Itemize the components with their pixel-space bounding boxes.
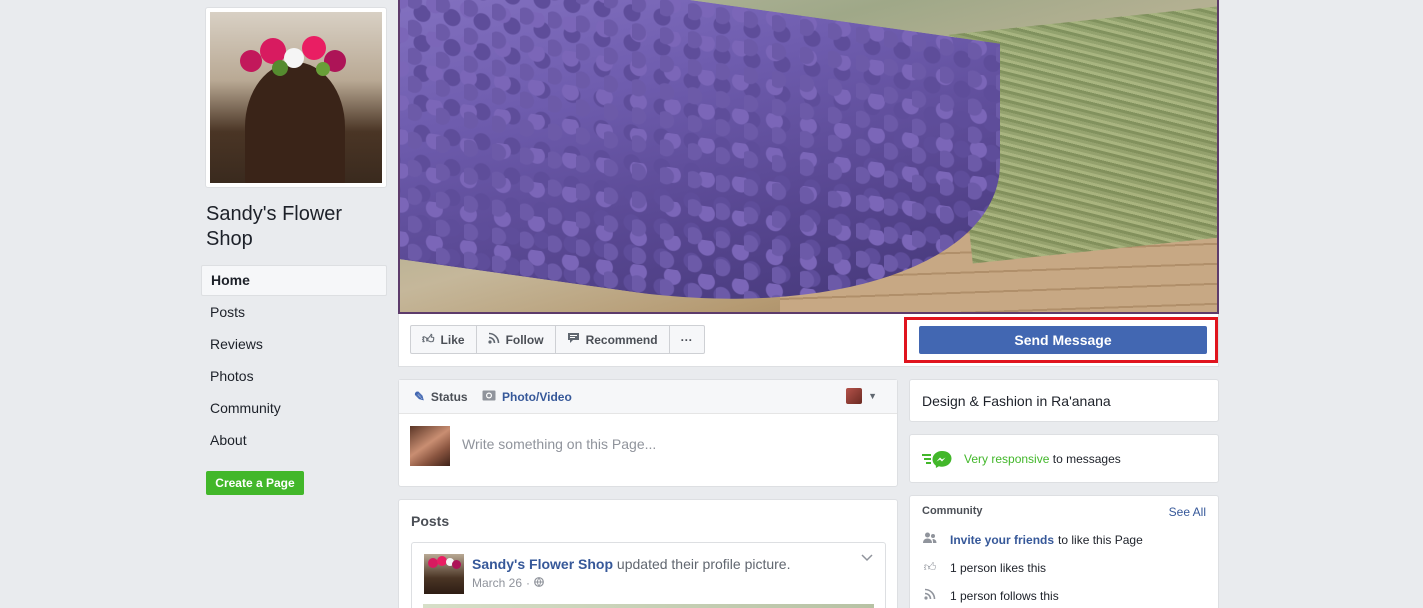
nav-item-posts[interactable]: Posts (201, 296, 387, 328)
tab-status[interactable]: ✎ Status (414, 380, 468, 414)
avatar (846, 388, 863, 404)
post-card: Sandy's Flower Shop updated their profil… (411, 542, 886, 608)
recommend-button[interactable]: Recommend (556, 326, 670, 353)
post-composer: ✎ Status Photo/Video ▼ Write something o… (398, 379, 898, 487)
more-button[interactable]: ··· (670, 326, 704, 353)
voice-selector[interactable]: ▼ (846, 388, 877, 404)
camera-icon (482, 380, 496, 414)
rss-icon (922, 588, 938, 603)
chevron-down-icon: ▼ (868, 391, 877, 401)
page-action-bar: 👍︎ Like Follow Recommend ··· Send Messag… (398, 314, 1219, 367)
responsiveness-card: Very responsive to messages (909, 434, 1219, 483)
follow-button[interactable]: Follow (477, 326, 556, 353)
posts-title: Posts (411, 513, 450, 529)
nav-item-about[interactable]: About (201, 424, 387, 456)
thumbs-up-icon: 👍︎ (422, 332, 435, 346)
likes-count[interactable]: 1 person likes this (950, 561, 1046, 575)
page-title[interactable]: Sandy's Flower Shop (206, 202, 386, 252)
globe-icon (534, 576, 544, 590)
nav-item-reviews[interactable]: Reviews (201, 328, 387, 360)
page-nav: Home Posts Reviews Photos Community Abou… (201, 265, 387, 456)
invite-rest-text: to like this Page (1058, 532, 1143, 547)
photo-video-label: Photo/Video (502, 390, 572, 404)
post-image[interactable] (423, 604, 874, 608)
nav-item-photos[interactable]: Photos (201, 360, 387, 392)
likes-row: 👍︎ 1 person likes this (922, 560, 1046, 575)
posts-section: Posts Sandy's Flower Shop updated their … (398, 499, 898, 608)
create-page-button[interactable]: Create a Page (206, 471, 304, 495)
composer-input[interactable]: Write something on this Page... (462, 436, 656, 452)
speech-bubble-icon (567, 332, 580, 347)
post-action-text: updated their profile picture. (616, 556, 791, 572)
community-card: Community See All Invite your friends to… (909, 495, 1219, 608)
see-all-link[interactable]: See All (1169, 505, 1206, 519)
page-category[interactable]: Design & Fashion in Ra'anana (922, 393, 1111, 409)
friends-icon (922, 532, 938, 547)
like-button[interactable]: 👍︎ Like (411, 326, 477, 353)
messenger-icon (922, 450, 954, 468)
recommend-label: Recommend (585, 332, 658, 347)
page-action-buttons: 👍︎ Like Follow Recommend ··· (410, 325, 705, 354)
post-date[interactable]: March 26 (472, 576, 522, 590)
follows-count[interactable]: 1 person follows this (950, 589, 1059, 603)
community-title: Community (922, 505, 983, 517)
invite-friends-link[interactable]: Invite your friends (950, 533, 1054, 547)
profile-picture[interactable] (205, 7, 387, 188)
pencil-icon: ✎ (414, 389, 425, 404)
profile-photo (210, 12, 382, 183)
post-author-link[interactable]: Sandy's Flower Shop (472, 556, 613, 572)
responsiveness-highlight: Very responsive (964, 452, 1050, 466)
thumbs-up-icon: 👍︎ (923, 560, 937, 574)
cover-photo[interactable] (398, 0, 1219, 314)
post-author-avatar[interactable] (424, 554, 464, 594)
like-label: Like (440, 332, 465, 347)
follow-label: Follow (505, 332, 544, 347)
follows-row: 1 person follows this (922, 588, 1059, 603)
send-message-button[interactable]: Send Message (919, 326, 1207, 354)
invite-row: Invite your friends to like this Page (922, 532, 1143, 547)
tab-photo-video[interactable]: Photo/Video (482, 380, 572, 414)
responsiveness-text: to messages (1052, 452, 1121, 466)
chevron-down-icon[interactable] (861, 551, 873, 565)
meta-separator: · (526, 576, 531, 590)
more-icon: ··· (680, 332, 693, 347)
composer-tabs: ✎ Status Photo/Video ▼ (399, 380, 897, 414)
avatar (410, 426, 450, 466)
nav-item-community[interactable]: Community (201, 392, 387, 424)
category-card: Design & Fashion in Ra'anana (909, 379, 1219, 422)
status-label: Status (430, 390, 468, 404)
nav-item-home[interactable]: Home (201, 265, 387, 296)
rss-icon (487, 332, 500, 347)
